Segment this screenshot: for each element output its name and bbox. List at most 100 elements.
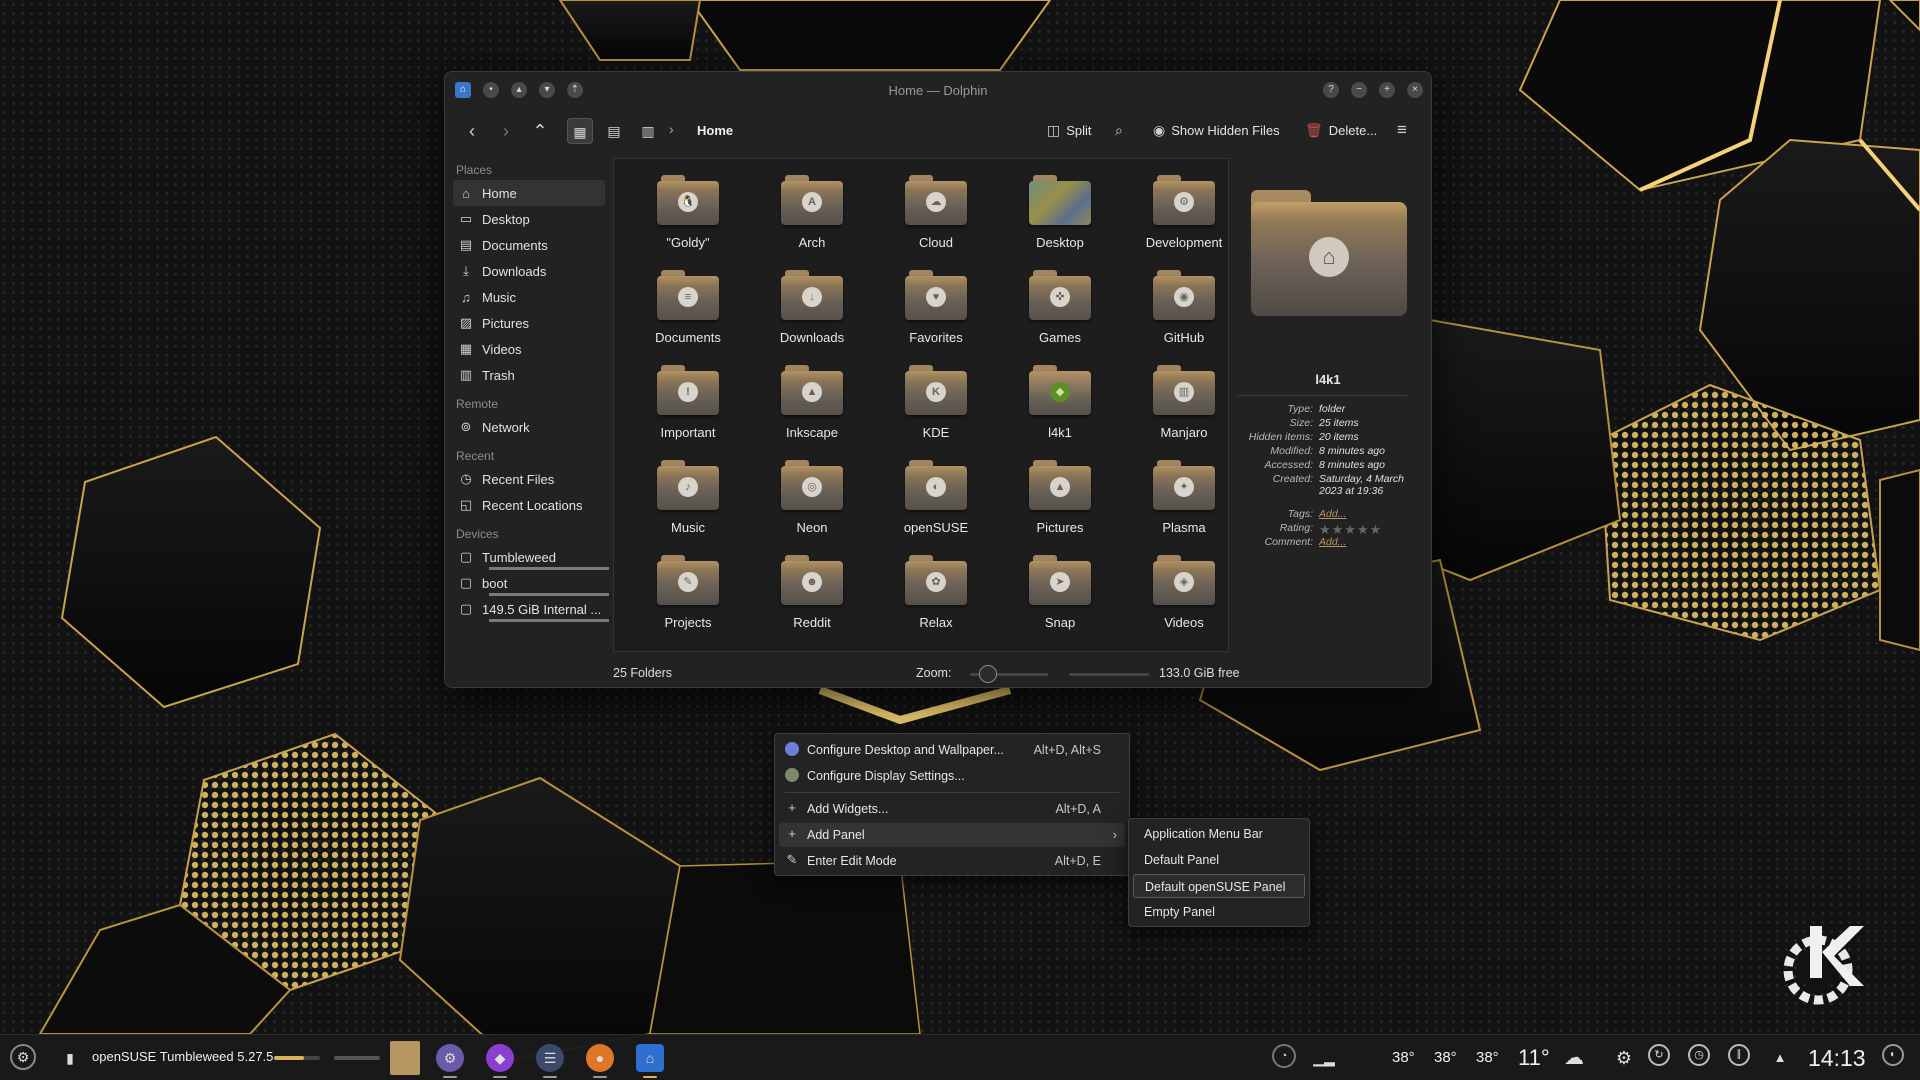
submenu-default-opensuse-panel[interactable]: Default openSUSE Panel	[1133, 874, 1305, 898]
pause-icon[interactable]: ∥	[1728, 1044, 1750, 1066]
show-hidden-files-button[interactable]: ◉ Show Hidden Files	[1153, 119, 1280, 141]
folder-item[interactable]: A Arch	[750, 169, 874, 264]
folder-item[interactable]: ◎ Neon	[750, 454, 874, 549]
firefox-icon[interactable]: ●	[586, 1044, 614, 1072]
sidebar-item-pictures[interactable]: ▨ Pictures	[453, 310, 605, 336]
menu-configure-desktop[interactable]: Configure Desktop and Wallpaper... Alt+D…	[779, 738, 1125, 762]
delete-button[interactable]: 🗑 Delete...	[1305, 119, 1377, 141]
help-icon[interactable]: ?	[1323, 82, 1339, 98]
cpu-graph-icon[interactable]: ▁▂	[1310, 1044, 1338, 1072]
file-view[interactable]: 🐧 "Goldy" A Arch ☁ Cloud Desktop ⚙ Development ≡ D…	[613, 158, 1229, 652]
cloud-icon[interactable]: ☁	[1560, 1044, 1588, 1072]
folder-item[interactable]: ◆ l4k1	[998, 359, 1122, 454]
folder-item[interactable]: ☻ Reddit	[750, 549, 874, 644]
up-icon[interactable]: ⌃	[527, 118, 553, 144]
folder-item[interactable]: ▥ Manjaro	[1122, 359, 1246, 454]
sidebar-item-documents[interactable]: ▤ Documents	[453, 232, 605, 258]
sidebar-item-label: Network	[482, 419, 530, 435]
icons-view-icon[interactable]: ▦	[567, 118, 593, 144]
submenu-empty-panel[interactable]: Empty Panel	[1133, 900, 1305, 924]
system-monitor-icon[interactable]: ◔	[1272, 1044, 1296, 1068]
menu-enter-edit-mode[interactable]: ✎ Enter Edit Mode Alt+D, E	[779, 849, 1125, 873]
forward-icon[interactable]: ›	[493, 118, 519, 144]
search-button[interactable]: ⌕	[1115, 119, 1123, 141]
folder-emblem-icon: !	[678, 382, 698, 402]
sidebar-item-network[interactable]: ⊚ Network	[453, 414, 605, 440]
sidebar-item-downloads[interactable]: ⤓ Downloads	[453, 258, 605, 284]
folder-item[interactable]: 🐧 "Goldy"	[626, 169, 750, 264]
details-view-icon[interactable]: ▥	[635, 118, 661, 144]
folder-icon: K	[905, 365, 967, 415]
folder-emblem-icon: ◐	[926, 477, 946, 497]
folder-item[interactable]: ✎ Projects	[626, 549, 750, 644]
shop-app-icon[interactable]: ◆	[486, 1044, 514, 1072]
folder-emblem-icon: ▲	[1050, 477, 1070, 497]
window-title: Home — Dolphin	[888, 83, 988, 98]
breadcrumb[interactable]: Home	[697, 123, 733, 138]
menu-add-panel[interactable]: + Add Panel ›	[779, 823, 1125, 847]
title-bar[interactable]: ⌂ • ▴ ▾ ⇡ Home — Dolphin ? − + ×	[445, 72, 1431, 108]
system-settings-icon[interactable]: ☰	[536, 1044, 564, 1072]
folder-item[interactable]: ◈ Videos	[1122, 549, 1246, 644]
folder-item[interactable]: Desktop	[998, 169, 1122, 264]
power-icon[interactable]: ◷	[1688, 1044, 1710, 1066]
folder-icon: ◐	[905, 460, 967, 510]
sidebar-item-149-5-gib-internal[interactable]: ▢ 149.5 GiB Internal ...	[453, 596, 609, 622]
add-link[interactable]: Add...	[1319, 508, 1409, 520]
pager-desktop-icon[interactable]	[390, 1041, 420, 1075]
sidebar-item-home[interactable]: ⌂ Home	[453, 180, 605, 206]
sidebar-item-desktop[interactable]: ▭ Desktop	[453, 206, 605, 232]
menu-add-widgets[interactable]: + Add Widgets... Alt+D, A	[779, 797, 1125, 821]
sidebar-item-recent-files[interactable]: ◷ Recent Files	[453, 466, 605, 492]
chevron-up-icon[interactable]: ▲	[1766, 1044, 1794, 1072]
folder-item[interactable]: ≡ Documents	[626, 264, 750, 359]
hamburger-menu-button[interactable]: ≡	[1397, 119, 1407, 141]
submenu-application-menu-bar[interactable]: Application Menu Bar	[1133, 822, 1305, 846]
folder-item[interactable]: ✜ Games	[998, 264, 1122, 359]
folder-item[interactable]: ▲ Inkscape	[750, 359, 874, 454]
sidebar-item-recent-locations[interactable]: ◱ Recent Locations	[453, 492, 605, 518]
sidebar-item-videos[interactable]: ▦ Videos	[453, 336, 605, 362]
application-launcher-icon[interactable]: ⚙	[10, 1044, 36, 1070]
info-value: folder	[1319, 403, 1346, 415]
gear-icon[interactable]: ⚙	[1610, 1044, 1638, 1072]
devices-heading: Devices	[456, 527, 499, 541]
folder-item[interactable]: ♪ Music	[626, 454, 750, 549]
split-button[interactable]: ◫ Split	[1047, 119, 1092, 141]
folder-item[interactable]: ✦ Plasma	[1122, 454, 1246, 549]
device-usage-bar	[489, 619, 609, 622]
sidebar-item-trash[interactable]: ▥ Trash	[453, 362, 605, 388]
folder-item[interactable]: ! Important	[626, 359, 750, 454]
folder-item[interactable]: ✿ Relax	[874, 549, 998, 644]
back-icon[interactable]: ‹	[459, 118, 485, 144]
zoom-slider-handle[interactable]	[979, 665, 997, 683]
clock[interactable]: 14:13	[1808, 1045, 1866, 1072]
sidebar-item-boot[interactable]: ▢ boot	[453, 570, 609, 596]
folder-item[interactable]: ⚙ Development	[1122, 169, 1246, 264]
settings-app-icon[interactable]: ⚙	[436, 1044, 464, 1072]
sidebar-item-music[interactable]: ♫ Music	[453, 284, 605, 310]
folder-label: Development	[1145, 235, 1223, 250]
folder-item[interactable]: ◉ GitHub	[1122, 264, 1246, 359]
close-icon[interactable]: ×	[1407, 82, 1423, 98]
brightness-bar[interactable]	[334, 1056, 380, 1060]
add-link[interactable]: Add...	[1319, 536, 1409, 548]
folder-item[interactable]: K KDE	[874, 359, 998, 454]
update-icon[interactable]: ↻	[1648, 1044, 1670, 1066]
submenu-default-panel[interactable]: Default Panel	[1133, 848, 1305, 872]
compact-view-icon[interactable]: ▤	[601, 118, 627, 144]
folder-item[interactable]: ↓ Downloads	[750, 264, 874, 359]
peek-desktop-icon[interactable]: ◐	[1882, 1044, 1904, 1066]
global-menu-icon[interactable]: ▮	[56, 1044, 84, 1072]
folder-item[interactable]: ☁ Cloud	[874, 169, 998, 264]
maximize-icon[interactable]: +	[1379, 82, 1395, 98]
folder-item[interactable]: ◐ openSUSE	[874, 454, 998, 549]
sidebar-item-tumbleweed[interactable]: ▢ Tumbleweed	[453, 544, 609, 570]
folder-item[interactable]: ▲ Pictures	[998, 454, 1122, 549]
dolphin-task-icon[interactable]: ⌂	[636, 1044, 664, 1072]
folder-item[interactable]: ➤ Snap	[998, 549, 1122, 644]
minimize-icon[interactable]: −	[1351, 82, 1367, 98]
folder-item[interactable]: ♥ Favorites	[874, 264, 998, 359]
weather-temperature[interactable]: 11°	[1518, 1045, 1550, 1071]
menu-configure-display[interactable]: Configure Display Settings...	[779, 764, 1125, 788]
